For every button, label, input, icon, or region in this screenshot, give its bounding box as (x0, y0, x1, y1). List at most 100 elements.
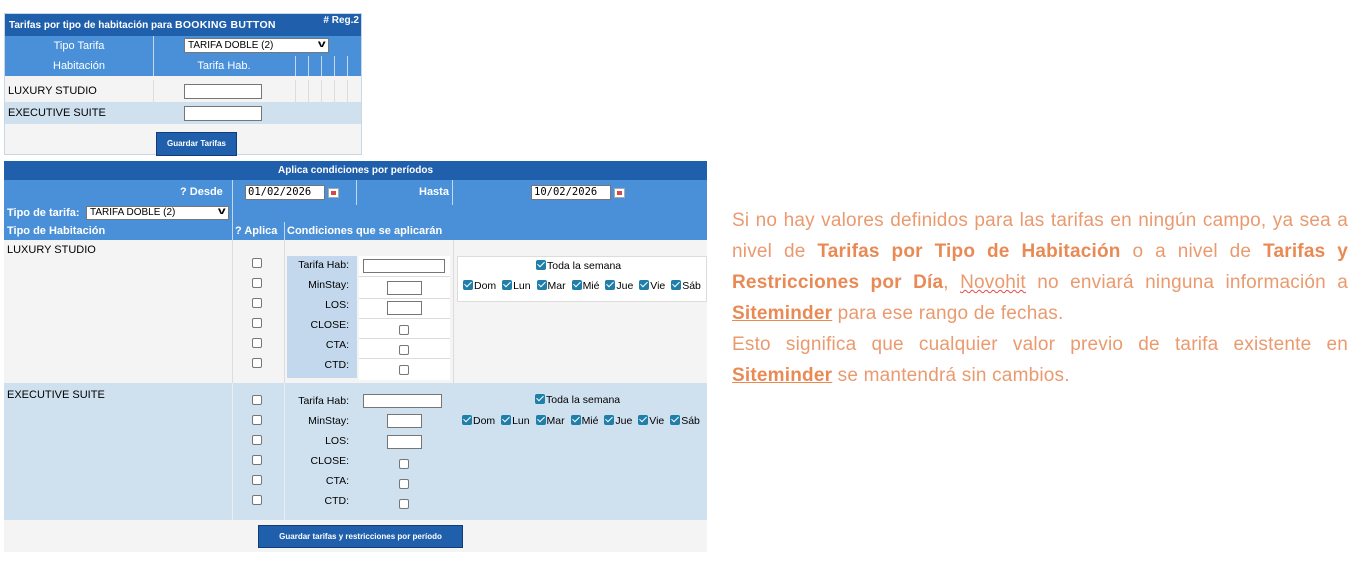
divider (232, 205, 233, 222)
period-rate-type-select[interactable]: TARIFA DOBLE (2) v (86, 206, 229, 220)
day-label: Lun (513, 280, 531, 292)
divider (153, 80, 154, 102)
apply-checkbox[interactable] (252, 318, 262, 328)
ctd-checkbox[interactable] (399, 365, 409, 375)
condition-label: Tarifa Hab: (298, 395, 349, 407)
note-text: no enviará ninguna información a (1025, 272, 1348, 293)
day-option-jue[interactable]: Jue (605, 280, 633, 292)
day-option-sab[interactable]: Sáb (671, 280, 701, 292)
day-option-jue[interactable]: Jue (604, 415, 632, 427)
hasta-label: Hasta (419, 186, 449, 198)
checkbox-checked-icon (536, 280, 547, 290)
whole-week-option[interactable]: Toda la semana (535, 394, 620, 406)
day-option-mie[interactable]: Mié (570, 415, 598, 427)
checkbox-checked-icon (639, 280, 650, 290)
day-option-vie[interactable]: Vie (638, 415, 664, 427)
save-rates-button[interactable]: Guardar Tarifas (156, 132, 237, 156)
day-label: Dom (474, 280, 497, 292)
divider (295, 80, 296, 102)
divider (232, 383, 233, 520)
conditions-labels-panel: Tarifa Hab: MinStay: LOS: CLOSE: CTA: CT… (287, 389, 357, 515)
divider (308, 80, 309, 102)
apply-checkbox[interactable] (252, 395, 262, 405)
day-option-mie[interactable]: Mié (571, 280, 599, 292)
apply-checkbox[interactable] (252, 415, 262, 425)
period-rate-type-row: Tipo de tarifa: TARIFA DOBLE (2) v (4, 205, 707, 222)
days-row: Dom Lun Mar Mié Jue Vie Sáb (462, 415, 703, 427)
divider (356, 180, 357, 205)
close-checkbox[interactable] (399, 459, 409, 469)
period-room-row: LUXURY STUDIO Tarifa Hab: MinStay: LOS: … (4, 240, 707, 383)
day-option-lun[interactable]: Lun (501, 415, 530, 427)
day-option-dom[interactable]: Dom (462, 415, 495, 427)
checkbox-checked-icon (536, 260, 546, 270)
apply-checkbox[interactable] (252, 475, 262, 485)
apply-checkbox[interactable] (252, 495, 262, 505)
rate-input[interactable] (184, 84, 262, 99)
apply-checkbox[interactable] (252, 258, 262, 268)
desde-label: ? Desde (180, 186, 223, 198)
day-option-lun[interactable]: Lun (502, 280, 531, 292)
note-text: para ese rango de fechas. (832, 303, 1064, 324)
chevron-down-icon: v (218, 206, 227, 217)
apply-checkbox[interactable] (252, 455, 262, 465)
period-rate-type-value: TARIFA DOBLE (2) (90, 207, 176, 218)
tarifa-hab-input[interactable] (363, 394, 442, 408)
rates-table-title: Tarifas por tipo de habitación para BOOK… (5, 14, 361, 36)
divider (308, 56, 309, 76)
cta-checkbox[interactable] (399, 345, 409, 355)
divider (232, 240, 233, 383)
close-checkbox[interactable] (399, 325, 409, 335)
minstay-input[interactable] (387, 414, 422, 428)
day-label: Vie (650, 280, 666, 292)
divider (232, 222, 233, 240)
divider (334, 56, 335, 76)
condition-label: CLOSE: (310, 455, 349, 467)
table-row: EXECUTIVE SUITE (5, 102, 361, 124)
apply-checkbox[interactable] (252, 435, 262, 445)
los-input[interactable] (387, 301, 422, 315)
save-period-rates-button[interactable]: Guardar tarifas y restricciones por perí… (258, 525, 463, 548)
condition-label: CTD: (324, 495, 350, 507)
col-tarifa-hab: Tarifa Hab. (197, 60, 251, 72)
checkbox-checked-icon (671, 280, 682, 290)
tarifa-hab-input[interactable] (363, 259, 445, 273)
apply-checkbox[interactable] (252, 278, 262, 288)
note-text: se mantendrá sin cambios. (832, 365, 1070, 386)
day-option-mar[interactable]: Mar (536, 280, 566, 292)
apply-checkbox[interactable] (252, 338, 262, 348)
day-label: Jue (616, 280, 634, 292)
room-name: LUXURY STUDIO (7, 244, 96, 256)
chevron-down-icon: v (318, 39, 327, 50)
checkbox-checked-icon (535, 394, 545, 404)
calendar-icon[interactable] (328, 188, 339, 198)
day-option-dom[interactable]: Dom (463, 280, 496, 292)
rates-header-row: Habitación Tarifa Hab. (5, 56, 361, 76)
whole-week-option[interactable]: Toda la semana (536, 260, 621, 272)
rate-input[interactable] (184, 106, 262, 121)
day-label: Mar (547, 280, 566, 292)
room-name: LUXURY STUDIO (8, 85, 97, 97)
apply-checkbox[interactable] (252, 298, 262, 308)
cta-checkbox[interactable] (399, 479, 409, 489)
los-input[interactable] (387, 435, 422, 449)
period-header-row: Tipo de Habitación ? Aplica Condiciones … (4, 222, 707, 240)
day-option-vie[interactable]: Vie (639, 280, 665, 292)
divider (153, 36, 154, 56)
desde-date-input[interactable]: 01/02/2026 (245, 185, 325, 200)
period-table-title: Aplica condiciones por períodos (4, 161, 707, 180)
date-range-row: ? Desde 01/02/2026 Hasta 10/02/2026 (4, 180, 707, 205)
apply-checkbox[interactable] (252, 358, 262, 368)
day-label: Lun (512, 415, 530, 427)
rates-title-brand: BOOKING BUTTON (174, 19, 276, 31)
minstay-input[interactable] (387, 281, 422, 295)
hasta-date-input[interactable]: 10/02/2026 (531, 185, 611, 200)
ctd-checkbox[interactable] (399, 499, 409, 509)
rate-type-select[interactable]: TARIFA DOBLE (2) v (184, 38, 329, 53)
calendar-icon[interactable] (614, 188, 625, 198)
divider (359, 318, 450, 319)
divider (359, 338, 450, 339)
day-option-sab[interactable]: Sáb (670, 415, 700, 427)
day-option-mar[interactable]: Mar (535, 415, 565, 427)
condition-label: LOS: (325, 299, 349, 311)
